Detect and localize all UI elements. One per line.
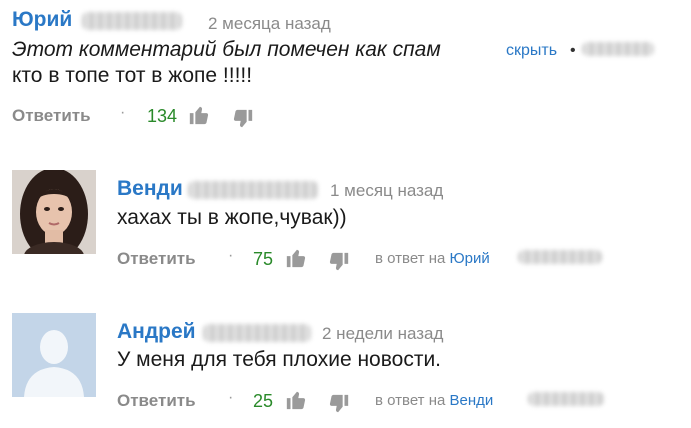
blurred-surname xyxy=(203,324,311,342)
avatar[interactable] xyxy=(12,170,96,254)
author-name[interactable]: Андрей xyxy=(117,320,196,344)
thumbs-up-icon[interactable] xyxy=(285,247,307,269)
comment-text: хахах ты в жопе,чувак)) xyxy=(117,206,347,229)
thumbs-up-icon[interactable] xyxy=(188,104,210,126)
thumbs-down-icon[interactable] xyxy=(328,393,350,415)
default-silhouette-icon xyxy=(12,313,96,397)
separator-dot: · xyxy=(120,104,126,121)
reply-button[interactable]: Ответить xyxy=(117,249,196,269)
like-count: 25 xyxy=(253,391,274,411)
comment-text: У меня для тебя плохие новости. xyxy=(117,348,442,371)
reply-button[interactable]: Ответить xyxy=(12,106,91,126)
comment-time[interactable]: 2 месяца назад xyxy=(208,14,331,34)
author-name[interactable]: Юрий xyxy=(12,8,72,32)
separator-dot: · xyxy=(228,247,234,264)
blurred-surname xyxy=(518,250,602,264)
comment-time[interactable]: 2 недели назад xyxy=(322,324,443,344)
comment-time[interactable]: 1 месяц назад xyxy=(330,181,443,201)
blurred-surname xyxy=(188,181,318,199)
thumbs-up-icon[interactable] xyxy=(285,389,307,411)
thumbs-down-icon[interactable] xyxy=(232,108,254,130)
dot-separator: • xyxy=(570,42,576,59)
photo-avatar-icon xyxy=(12,170,96,254)
in-reply-author-link[interactable]: Венди xyxy=(450,392,494,409)
blurred-surname xyxy=(528,392,604,406)
reply-button[interactable]: Ответить xyxy=(117,391,196,411)
like-count: 75 xyxy=(253,249,274,269)
author-name[interactable]: Венди xyxy=(117,177,183,201)
spam-notice: Этот комментарий был помечен как спам xyxy=(12,38,441,61)
in-reply-to: в ответ на Венди xyxy=(375,392,493,410)
blurred-surname xyxy=(82,12,182,30)
in-reply-prefix: в ответ на xyxy=(375,392,446,409)
in-reply-prefix: в ответ на xyxy=(375,250,446,267)
avatar[interactable] xyxy=(12,313,96,397)
in-reply-author-link[interactable]: Юрий xyxy=(450,250,490,267)
comment-text: кто в топе тот в жопе !!!!! xyxy=(12,64,253,87)
thumbs-down-icon[interactable] xyxy=(328,251,350,273)
blurred-link xyxy=(582,42,654,56)
separator-dot: · xyxy=(228,389,234,406)
hide-link[interactable]: скрыть xyxy=(506,41,557,61)
in-reply-to: в ответ на Юрий xyxy=(375,250,490,268)
like-count: 134 xyxy=(147,106,178,126)
